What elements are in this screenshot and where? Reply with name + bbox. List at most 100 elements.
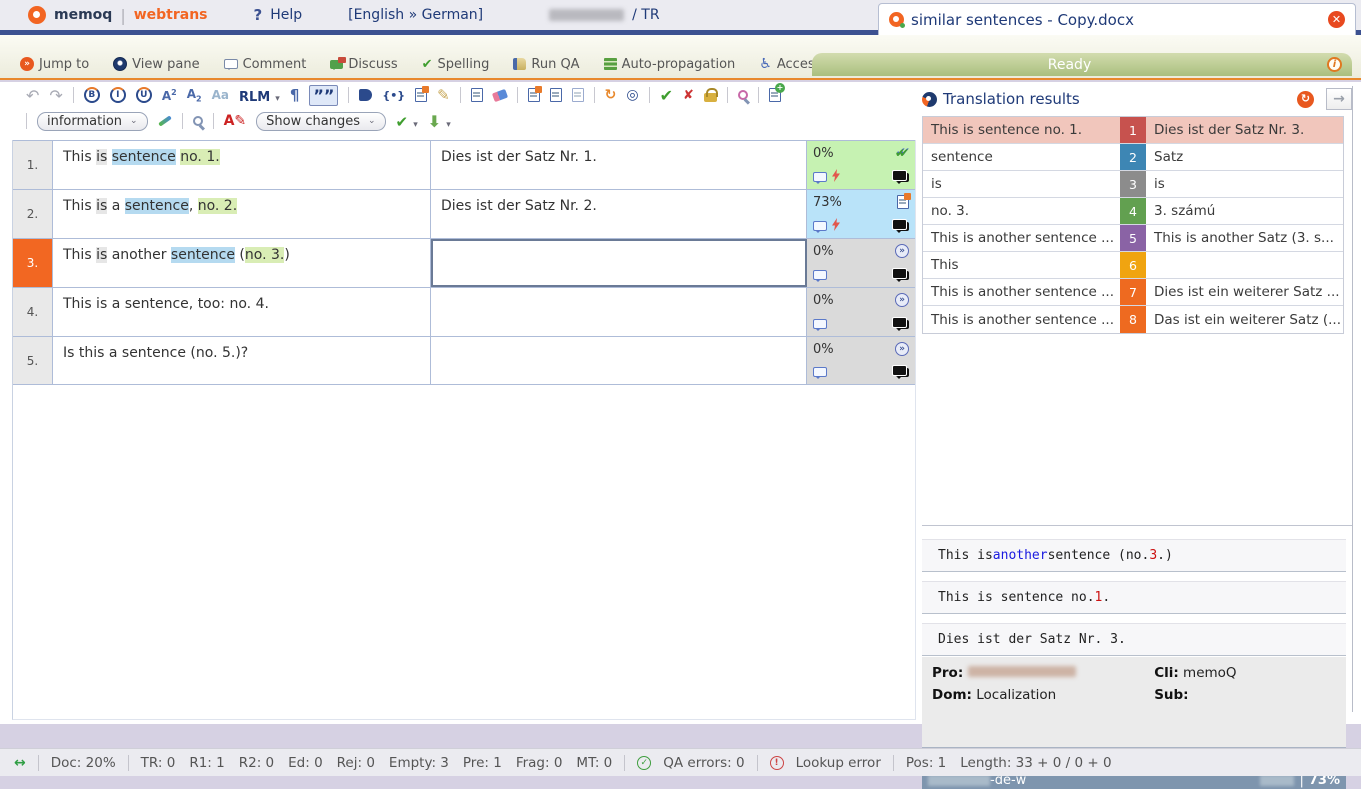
target-cell[interactable]: Dies ist der Satz Nr. 2. [431, 190, 807, 238]
insert-tag-icon[interactable] [359, 89, 372, 101]
change-case-icon[interactable]: Aa [212, 88, 229, 102]
reject-icon[interactable]: ✘ [683, 88, 694, 103]
row-number[interactable]: 5. [13, 337, 53, 384]
information-dropdown[interactable]: information⌄ [37, 112, 148, 131]
discussion-bubbles-icon[interactable] [896, 173, 909, 182]
discussion-bubbles-icon[interactable] [896, 222, 909, 231]
target-cell[interactable] [431, 337, 807, 384]
status-cell[interactable]: 0%» [807, 337, 915, 384]
result-row-6[interactable]: This6 [923, 252, 1343, 279]
ribbon-item-view-pane[interactable]: View pane [101, 53, 211, 75]
confirm-icon[interactable]: ✔ [660, 86, 673, 105]
concordance-icon[interactable]: ◎ [626, 87, 638, 103]
status-cell[interactable]: 73% [807, 190, 915, 238]
row-number[interactable]: 4. [13, 288, 53, 336]
source-cell[interactable]: This is a sentence, too: no. 4. [53, 288, 431, 336]
info-icon[interactable]: i [1327, 57, 1342, 72]
target-cell[interactable]: Dies ist der Satz Nr. 1. [431, 141, 807, 189]
track-changes-icon[interactable]: A✎ [224, 113, 247, 129]
source-cell[interactable]: This is another sentence (no. 3.) [53, 239, 431, 287]
doc-progress: Doc: 20% [51, 755, 116, 771]
comment-bubble-icon[interactable] [813, 319, 827, 329]
redo-icon[interactable]: ↷ [49, 86, 62, 105]
tm-user-redacted [1260, 775, 1294, 786]
pilcrow-icon[interactable]: ¶ [290, 86, 300, 104]
ribbon-item-auto-propagation[interactable]: Auto-propagation [592, 53, 748, 75]
split-segment-icon[interactable] [528, 88, 540, 102]
comment-bubble-icon[interactable] [813, 221, 827, 231]
result-row-1[interactable]: This is sentence no. 1.1Dies ist der Sat… [923, 117, 1343, 144]
subscript-icon[interactable]: A2 [187, 87, 202, 103]
target-cell[interactable] [431, 239, 807, 287]
result-row-7[interactable]: This is another sentence ...7Dies ist ei… [923, 279, 1343, 306]
undo-icon[interactable]: ↶ [26, 86, 39, 105]
status-cell[interactable]: 0%» [807, 288, 915, 336]
comment-bubble-icon[interactable] [813, 172, 827, 182]
show-changes-dropdown[interactable]: Show changes⌄ [256, 112, 385, 131]
smart-quotes-icon[interactable]: ”” [309, 85, 338, 106]
result-row-3[interactable]: is3is [923, 171, 1343, 198]
ribbon-item-discuss[interactable]: Discuss [318, 53, 409, 75]
superscript-icon[interactable]: A2 [162, 88, 177, 103]
expand-arrows-icon[interactable]: ↔ [14, 755, 26, 771]
copy-next-icon[interactable] [572, 88, 584, 102]
brand-memoq: memoq [54, 7, 112, 23]
search-icon[interactable] [193, 116, 203, 126]
comment-bubble-icon[interactable] [813, 270, 827, 280]
copy-tags-icon[interactable] [415, 88, 427, 102]
status-cell[interactable]: 0%✔✔ [807, 141, 915, 189]
translation-results-panel: Translation results ↻ → This is sentence… [922, 86, 1352, 712]
italic-icon[interactable]: I [110, 87, 126, 103]
row-number[interactable]: 3. [13, 239, 53, 287]
status-cell[interactable]: 0%» [807, 239, 915, 287]
discussion-bubbles-icon[interactable] [896, 320, 909, 329]
ribbon-item-jump-to[interactable]: »Jump to [8, 53, 101, 75]
status-icons-left [813, 218, 841, 235]
underline-icon[interactable]: U [136, 87, 152, 103]
close-tab-icon[interactable]: ✕ [1328, 11, 1345, 28]
edit-tag-icon[interactable]: ✎ [437, 86, 450, 104]
result-source: This [923, 252, 1120, 278]
insert-result-split-button[interactable]: ⬇ ▾ [428, 112, 451, 131]
result-number-badge: 2 [1120, 144, 1146, 170]
ribbon-item-comment[interactable]: Comment [212, 53, 319, 75]
source-cell[interactable]: This is sentence no. 1. [53, 141, 431, 189]
insert-result-arrow-button[interactable]: → [1326, 88, 1352, 110]
source-cell[interactable]: Is this a sentence (no. 5.)? [53, 337, 431, 384]
bold-icon[interactable]: B [84, 87, 100, 103]
join-segments-icon[interactable] [550, 88, 562, 102]
brand-webtrans: webtrans [134, 7, 208, 23]
panel-scrollbar-track[interactable] [1352, 86, 1353, 712]
row-number[interactable]: 1. [13, 141, 53, 189]
comment-bubble-icon[interactable] [813, 367, 827, 377]
copy-source-icon[interactable] [471, 88, 483, 102]
autopropagation-lightning-icon [831, 169, 841, 186]
refresh-results-icon[interactable]: ↻ [1297, 91, 1314, 108]
ribbon-item-run-qa[interactable]: Run QA [501, 53, 591, 75]
result-row-2[interactable]: sentence2Satz [923, 144, 1343, 171]
discussion-bubbles-icon[interactable] [896, 368, 909, 377]
add-term-icon[interactable] [769, 88, 781, 102]
pretranslated-doc-icon [897, 195, 909, 209]
highlighter-icon[interactable] [158, 115, 172, 126]
lock-segment-icon[interactable] [704, 93, 717, 102]
discussion-bubbles-icon[interactable] [896, 271, 909, 280]
confirm-split-button[interactable]: ✔ ▾ [396, 112, 418, 131]
document-tab-title: similar sentences - Copy.docx [911, 11, 1321, 29]
clear-target-icon[interactable] [492, 88, 508, 101]
language-pair-link[interactable]: [English » German] [348, 7, 483, 23]
source-cell[interactable]: This is a sentence, no. 2. [53, 190, 431, 238]
document-tab[interactable]: similar sentences - Copy.docx ✕ [878, 3, 1356, 35]
insert-inline-tag-icon[interactable]: {•} [382, 89, 405, 102]
result-row-5[interactable]: This is another sentence ...5This is ano… [923, 225, 1343, 252]
help-link[interactable]: Help [270, 7, 302, 23]
target-cell[interactable] [431, 288, 807, 336]
lookup-term-icon[interactable] [738, 90, 748, 100]
sync-icon[interactable]: ↻ [605, 87, 617, 103]
row-number[interactable]: 2. [13, 190, 53, 238]
ribbon-item-label: Jump to [39, 57, 89, 72]
result-row-4[interactable]: no. 3.43. számú [923, 198, 1343, 225]
rlm-dropdown[interactable]: RLM ▾ [239, 86, 280, 105]
ribbon-item-spelling[interactable]: ✔Spelling [410, 53, 502, 75]
result-row-8[interactable]: This is another sentence ...8Das ist ein… [923, 306, 1343, 333]
